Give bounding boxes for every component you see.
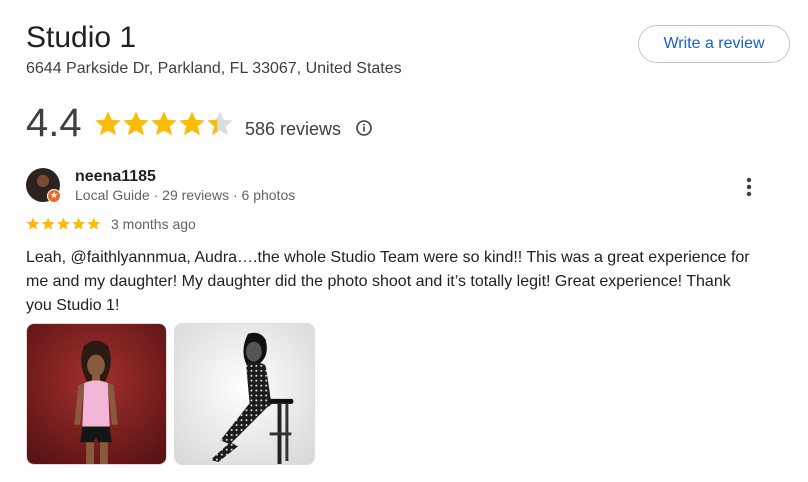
- review-date: 3 months ago: [111, 216, 196, 232]
- place-address: 6644 Parkside Dr, Parkland, FL 33067, Un…: [26, 60, 402, 77]
- review-stars: [26, 217, 101, 230]
- review-count[interactable]: 586 reviews: [245, 118, 341, 140]
- reviewer-avatar[interactable]: ★: [26, 168, 61, 203]
- star-icon: [123, 111, 149, 136]
- star-icon: [26, 217, 40, 230]
- star-icon: [72, 217, 85, 230]
- star-icon: [179, 111, 205, 136]
- place-title: Studio 1: [26, 21, 137, 54]
- star-icon: [95, 111, 121, 136]
- star-icon: [87, 217, 101, 230]
- star-icon: [151, 111, 177, 136]
- reviewer-meta: Local Guide · 29 reviews · 6 photos: [75, 187, 296, 203]
- more-vert-icon[interactable]: [740, 176, 758, 198]
- star-icon: [41, 217, 55, 230]
- star-icon: [57, 217, 70, 230]
- review-text: Leah, @faithlyannmua, Audra….the whole S…: [26, 249, 750, 314]
- local-guide-badge-icon: ★: [47, 189, 61, 203]
- reviewer-name[interactable]: neena1185: [75, 167, 156, 187]
- rating-stars: [95, 111, 233, 136]
- review-photo[interactable]: [174, 323, 315, 465]
- info-icon[interactable]: [355, 119, 373, 137]
- rating-value: 4.4: [26, 101, 82, 145]
- review-photo[interactable]: [26, 323, 167, 465]
- write-review-button[interactable]: Write a review: [638, 25, 790, 63]
